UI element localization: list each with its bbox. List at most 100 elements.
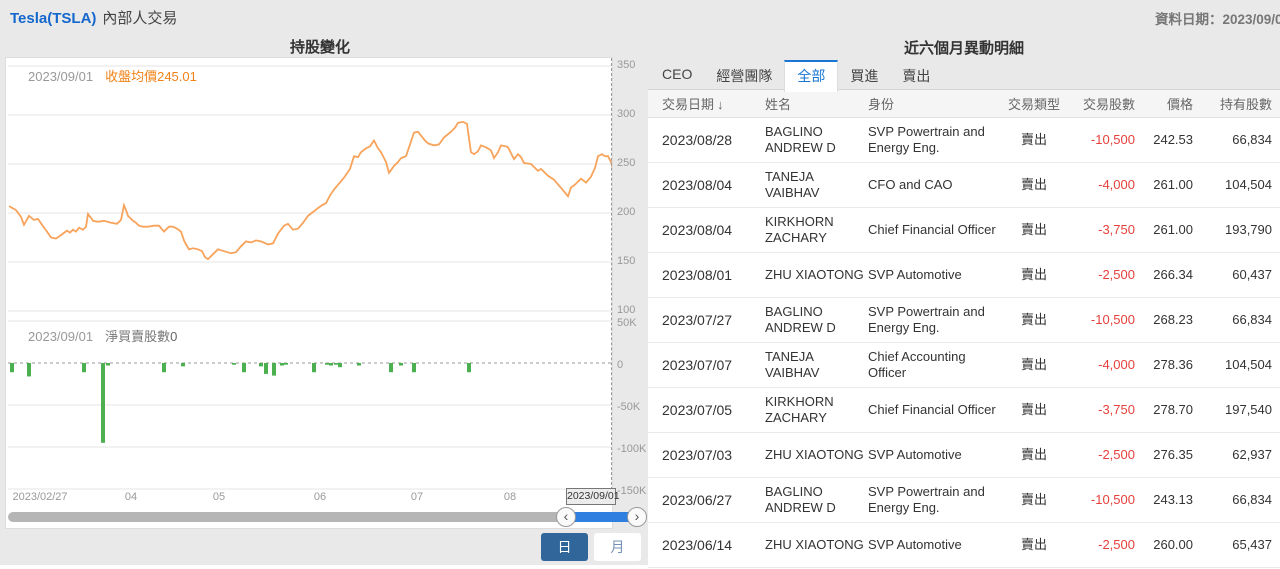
volume-hover-date: 2023/09/01 bbox=[28, 329, 93, 344]
cell-title: Chief Financial Officer bbox=[868, 402, 1003, 418]
volume-axis-label: -50K bbox=[617, 401, 651, 413]
cell-date: 2023/06/27 bbox=[662, 492, 765, 508]
navigator-scrollbar-track[interactable] bbox=[8, 512, 638, 522]
volume-bar bbox=[10, 363, 14, 372]
page-title: 內部人交易 bbox=[102, 10, 177, 27]
cell-shares: -2,500 bbox=[1065, 267, 1135, 283]
column-header-6: 價格 bbox=[1135, 94, 1193, 113]
cell-price: 242.53 bbox=[1135, 132, 1193, 148]
price-axis-label: 250 bbox=[617, 157, 651, 169]
cell-holding: 65,437 bbox=[1193, 537, 1272, 553]
ticker-link[interactable]: Tesla(TSLA) 內部人交易 bbox=[10, 7, 177, 28]
volume-bar bbox=[412, 363, 416, 372]
tab-經營團隊[interactable]: 經營團隊 bbox=[704, 60, 784, 90]
cell-title: Chief Financial Officer bbox=[868, 222, 1003, 238]
cell-type: 賣出 bbox=[1003, 177, 1065, 193]
table-row[interactable]: 2023/08/04TANEJA VAIBHAVCFO and CAO賣出-4,… bbox=[648, 163, 1280, 208]
table-row[interactable]: 2023/08/04KIRKHORN ZACHARYChief Financia… bbox=[648, 208, 1280, 253]
volume-bar bbox=[162, 363, 166, 372]
price-axis-label: 300 bbox=[617, 108, 651, 120]
sort-desc-icon[interactable]: ↓ bbox=[717, 97, 724, 112]
table-body: 2023/08/28BAGLINO ANDREW DSVP Powertrain… bbox=[648, 118, 1280, 569]
price-line-series bbox=[9, 122, 612, 259]
cell-title: SVP Automotive bbox=[868, 537, 1003, 553]
tab-賣出[interactable]: 賣出 bbox=[890, 60, 942, 90]
table-row[interactable]: 2023/06/14ZHU XIAOTONGSVP Automotive賣出-2… bbox=[648, 523, 1280, 568]
cell-shares: -10,500 bbox=[1065, 492, 1135, 508]
x-axis-label: 08 bbox=[465, 491, 555, 503]
table-row[interactable]: 2023/07/05KIRKHORN ZACHARYChief Financia… bbox=[648, 388, 1280, 433]
cell-holding: 66,834 bbox=[1193, 492, 1272, 508]
ticker-label[interactable]: Tesla(TSLA) bbox=[10, 10, 96, 27]
volume-bar bbox=[399, 363, 403, 366]
cell-title: SVP Powertrain and Energy Eng. bbox=[868, 484, 1003, 516]
cell-holding: 193,790 bbox=[1193, 222, 1272, 238]
cell-date: 2023/08/04 bbox=[662, 177, 765, 193]
tab-買進[interactable]: 買進 bbox=[838, 60, 890, 90]
cell-title: Chief Accounting Officer bbox=[868, 349, 1003, 381]
tab-全部[interactable]: 全部 bbox=[784, 60, 838, 92]
volume-bar bbox=[325, 363, 329, 365]
price-axis-label: 350 bbox=[617, 59, 651, 71]
cell-holding: 60,437 bbox=[1193, 267, 1272, 283]
column-header-2: 姓名 bbox=[765, 94, 868, 113]
cell-date: 2023/07/27 bbox=[662, 312, 765, 328]
cell-type: 賣出 bbox=[1003, 312, 1065, 328]
x-axis-label: 07 bbox=[372, 491, 462, 503]
volume-axis-label: 50K bbox=[617, 317, 651, 329]
table-row[interactable]: 2023/08/01ZHU XIAOTONGSVP Automotive賣出-2… bbox=[648, 253, 1280, 298]
cell-date: 2023/07/05 bbox=[662, 402, 765, 418]
cell-title: SVP Powertrain and Energy Eng. bbox=[868, 124, 1003, 156]
cell-shares: -3,750 bbox=[1065, 222, 1135, 238]
tab-CEO[interactable]: CEO bbox=[650, 60, 704, 90]
cell-type: 賣出 bbox=[1003, 447, 1065, 463]
volume-bar bbox=[259, 363, 263, 366]
price-hover-date: 2023/09/01 bbox=[28, 69, 93, 84]
cell-date: 2023/07/03 bbox=[662, 447, 765, 463]
volume-hover-label: 淨買賣股數 bbox=[105, 329, 170, 344]
cell-name: KIRKHORN ZACHARY bbox=[765, 214, 868, 246]
cell-date: 2023/08/01 bbox=[662, 267, 765, 283]
cell-date: 2023/08/28 bbox=[662, 132, 765, 148]
table-row[interactable]: 2023/07/07TANEJA VAIBHAVChief Accounting… bbox=[648, 343, 1280, 388]
cell-holding: 66,834 bbox=[1193, 132, 1272, 148]
x-axis-label: 2023/02/27 bbox=[0, 491, 85, 503]
table-row[interactable]: 2023/07/03ZHU XIAOTONGSVP Automotive賣出-2… bbox=[648, 433, 1280, 478]
cell-holding: 104,504 bbox=[1193, 357, 1272, 373]
cell-title: SVP Powertrain and Energy Eng. bbox=[868, 304, 1003, 336]
cell-holding: 66,834 bbox=[1193, 312, 1272, 328]
cell-name: TANEJA VAIBHAV bbox=[765, 169, 868, 201]
table-row[interactable]: 2023/07/27BAGLINO ANDREW DSVP Powertrain… bbox=[648, 298, 1280, 343]
cell-name: ZHU XIAOTONG bbox=[765, 267, 868, 283]
range-day-button[interactable]: 日 bbox=[541, 533, 588, 561]
price-axis-label: 150 bbox=[617, 255, 651, 267]
navigator-scrollbar-thumb[interactable] bbox=[575, 512, 629, 522]
column-header-4: 交易類型 bbox=[1003, 94, 1065, 113]
cell-shares: -10,500 bbox=[1065, 312, 1135, 328]
cell-shares: -3,750 bbox=[1065, 402, 1135, 418]
volume-bar bbox=[357, 363, 361, 366]
column-header-1[interactable]: 交易日期↓ bbox=[662, 94, 765, 113]
volume-bar bbox=[312, 363, 316, 372]
cell-title: CFO and CAO bbox=[868, 177, 1003, 193]
bottom-strip bbox=[0, 565, 648, 569]
cell-type: 賣出 bbox=[1003, 267, 1065, 283]
range-month-button[interactable]: 月 bbox=[594, 533, 641, 561]
table-row[interactable]: 2023/06/27BAGLINO ANDREW DSVP Powertrain… bbox=[648, 478, 1280, 523]
cell-price: 278.36 bbox=[1135, 357, 1193, 373]
volume-bar bbox=[280, 363, 284, 366]
cell-price: 276.35 bbox=[1135, 447, 1193, 463]
cell-name: BAGLINO ANDREW D bbox=[765, 304, 868, 336]
x-cursor-tooltip: 2023/09/01 bbox=[566, 488, 616, 505]
cell-type: 賣出 bbox=[1003, 357, 1065, 373]
price-hover-value: 245.01 bbox=[157, 69, 197, 84]
scrollbar-left-arrow-button[interactable]: ‹ bbox=[556, 507, 576, 527]
volume-bar bbox=[338, 363, 342, 367]
scrollbar-right-arrow-button[interactable]: › bbox=[627, 507, 647, 527]
cell-price: 268.23 bbox=[1135, 312, 1193, 328]
cell-type: 賣出 bbox=[1003, 132, 1065, 148]
table-row[interactable]: 2023/08/28BAGLINO ANDREW DSVP Powertrain… bbox=[648, 118, 1280, 163]
cell-price: 278.70 bbox=[1135, 402, 1193, 418]
chart-title: 持股變化 bbox=[0, 36, 640, 57]
price-line-chart[interactable] bbox=[6, 58, 612, 318]
